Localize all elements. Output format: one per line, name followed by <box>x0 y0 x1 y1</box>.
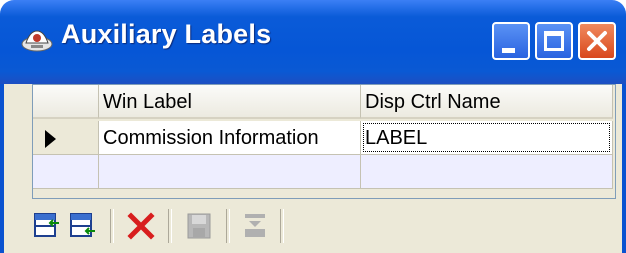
new-row-disp-ctrl-name-cell[interactable] <box>361 155 613 189</box>
insert-before-icon[interactable] <box>32 211 62 241</box>
window-client-area: Win Label Disp Ctrl Name Commission Info… <box>4 84 622 253</box>
close-icon <box>587 31 607 51</box>
maximize-icon <box>544 31 564 51</box>
title-bar[interactable]: Auxiliary Labels <box>0 0 626 84</box>
toolbar-separator <box>226 209 230 243</box>
toolbar-separator <box>110 209 114 243</box>
toolbar-separator <box>280 209 284 243</box>
window-frame: Win Label Disp Ctrl Name Commission Info… <box>0 84 626 253</box>
disp-ctrl-name-cell[interactable]: LABEL <box>361 121 613 155</box>
minimize-button[interactable] <box>492 22 530 60</box>
save-icon[interactable] <box>184 211 214 241</box>
grid-header-row: Win Label Disp Ctrl Name <box>33 85 615 119</box>
row-selector[interactable] <box>33 121 99 155</box>
win-label-cell[interactable]: Commission Information <box>99 121 361 155</box>
maximize-button[interactable] <box>535 22 573 60</box>
labels-grid[interactable]: Win Label Disp Ctrl Name Commission Info… <box>32 84 616 199</box>
table-row[interactable]: Commission Information LABEL <box>33 121 615 155</box>
new-row-selector[interactable] <box>33 155 99 189</box>
current-row-arrow-icon <box>45 130 56 148</box>
disp-ctrl-name-value: LABEL <box>365 127 428 149</box>
toolbar-separator <box>168 209 172 243</box>
app-icon <box>21 30 53 52</box>
close-button[interactable] <box>578 22 616 60</box>
grid-toolbar <box>32 207 616 247</box>
new-row-win-label-cell[interactable] <box>99 155 361 189</box>
insert-after-icon[interactable] <box>68 211 98 241</box>
delete-icon[interactable] <box>126 211 156 241</box>
minimize-icon <box>502 48 515 53</box>
move-down-icon[interactable] <box>240 211 270 241</box>
auxiliary-labels-window: Auxiliary Labels Win Label Disp Ctrl Nam… <box>0 0 626 253</box>
new-row[interactable] <box>33 155 615 189</box>
window-title: Auxiliary Labels <box>61 19 272 49</box>
column-header-win-label[interactable]: Win Label <box>99 85 361 119</box>
column-header-disp-ctrl-name[interactable]: Disp Ctrl Name <box>361 85 613 119</box>
row-header-corner <box>33 85 99 119</box>
